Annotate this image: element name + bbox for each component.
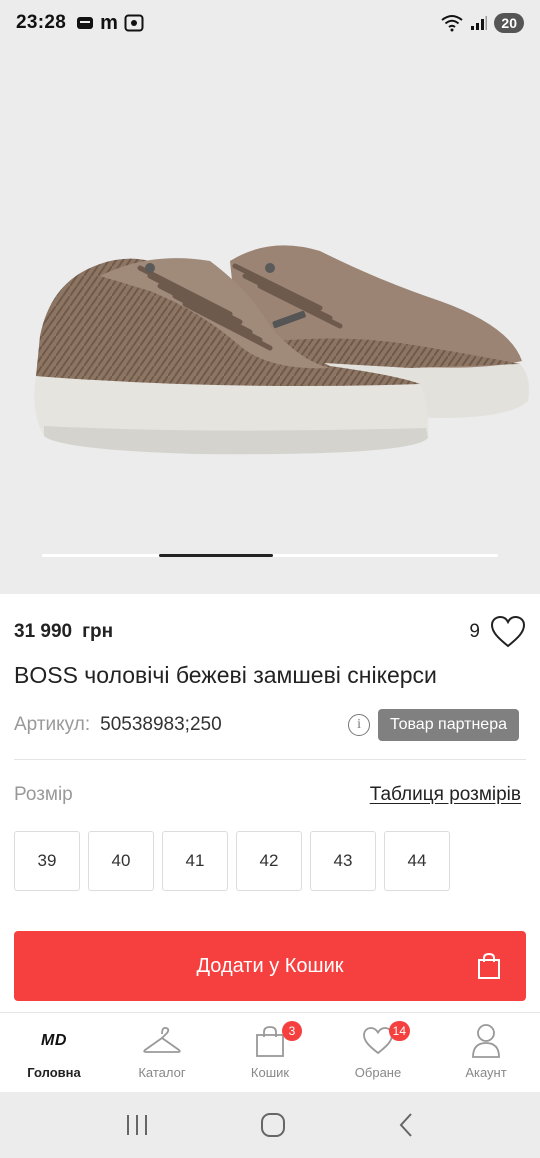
- battery-indicator: 20: [494, 13, 524, 33]
- hanger-icon: [143, 1026, 181, 1053]
- nav-account-label: Акаунт: [465, 1065, 507, 1080]
- product-currency: грн: [82, 621, 114, 642]
- size-option-44[interactable]: 44: [384, 831, 450, 891]
- nav-home[interactable]: MD Головна: [0, 1013, 108, 1092]
- status-left-icons: m: [76, 12, 144, 35]
- nav-cart[interactable]: 3 Кошик: [216, 1013, 324, 1092]
- add-to-cart-label: Додати у Кошик: [196, 954, 344, 977]
- nav-favorites-label: Обране: [354, 1065, 402, 1080]
- price-row: 31 990 грн 9: [14, 612, 526, 652]
- partner-info: i Товар партнера: [348, 708, 519, 742]
- sku-row: Артикул: 50538983;250 i Товар партнера: [14, 708, 526, 742]
- status-bar: 23:28 m 20: [0, 0, 540, 46]
- product-image-carousel[interactable]: [0, 46, 540, 594]
- size-option-39[interactable]: 39: [14, 831, 80, 891]
- size-options: 39 40 41 42 43 44: [14, 831, 450, 891]
- nav-account[interactable]: Акаунт: [432, 1013, 540, 1092]
- favorites-badge: 14: [388, 1021, 410, 1041]
- product-price: 31 990: [14, 621, 73, 642]
- cart-badge: 3: [282, 1021, 302, 1041]
- md-logo-icon: MD: [41, 1023, 67, 1059]
- signal-icon: [471, 16, 488, 30]
- app-m-icon: m: [100, 11, 118, 34]
- storage-icon: [77, 17, 94, 29]
- carousel-indicator-active: [159, 554, 273, 557]
- info-icon[interactable]: i: [348, 714, 371, 736]
- nav-catalog-icon-wrap: [142, 1023, 182, 1059]
- system-nav-bar: [0, 1092, 540, 1158]
- nav-home-label: Головна: [27, 1065, 81, 1080]
- md-logo: MD: [41, 1032, 67, 1049]
- carousel-indicator: [42, 554, 498, 557]
- partner-badge: Товар партнера: [378, 709, 519, 741]
- size-label: Розмір: [14, 784, 73, 805]
- heart-icon[interactable]: [490, 615, 526, 649]
- back-icon[interactable]: [397, 1112, 415, 1138]
- recent-apps-icon[interactable]: [125, 1114, 149, 1136]
- add-to-cart-button[interactable]: Додати у Кошик: [14, 931, 526, 1001]
- nav-catalog-label: Каталог: [138, 1065, 186, 1080]
- nav-favorites[interactable]: 14 Обране: [324, 1013, 432, 1092]
- size-option-40[interactable]: 40: [88, 831, 154, 891]
- shopping-bag-icon: [478, 952, 500, 979]
- sku-value: 50538983;250: [100, 714, 222, 735]
- product-title: BOSS чоловічі бежеві замшеві снікерси: [14, 662, 437, 688]
- screenshot-icon: [124, 14, 144, 32]
- nav-cart-label: Кошик: [250, 1065, 290, 1080]
- home-icon[interactable]: [260, 1112, 286, 1138]
- size-header: Розмір Таблиця розмірів: [14, 784, 526, 812]
- sneaker-image: [34, 245, 529, 455]
- nav-account-icon-wrap: [470, 1023, 502, 1059]
- nav-catalog[interactable]: Каталог: [108, 1013, 216, 1092]
- size-table-link[interactable]: Таблиця розмірів: [370, 784, 521, 806]
- sku-label: Артикул:: [14, 714, 91, 735]
- size-option-42[interactable]: 42: [236, 831, 302, 891]
- favorites-count: 9: [469, 621, 480, 642]
- bottom-nav: MD Головна Каталог 3 Кошик 14 Обране Ака…: [0, 1012, 540, 1092]
- size-option-41[interactable]: 41: [162, 831, 228, 891]
- wifi-icon: [441, 15, 464, 32]
- user-icon: [472, 1024, 500, 1058]
- status-right: 20: [440, 0, 524, 46]
- favorite-control[interactable]: 9: [469, 612, 526, 652]
- status-time: 23:28: [16, 12, 67, 33]
- divider: [14, 759, 526, 760]
- size-option-43[interactable]: 43: [310, 831, 376, 891]
- nav-cart-icon-wrap: 3: [254, 1021, 302, 1059]
- nav-favorites-icon-wrap: 14: [362, 1021, 410, 1059]
